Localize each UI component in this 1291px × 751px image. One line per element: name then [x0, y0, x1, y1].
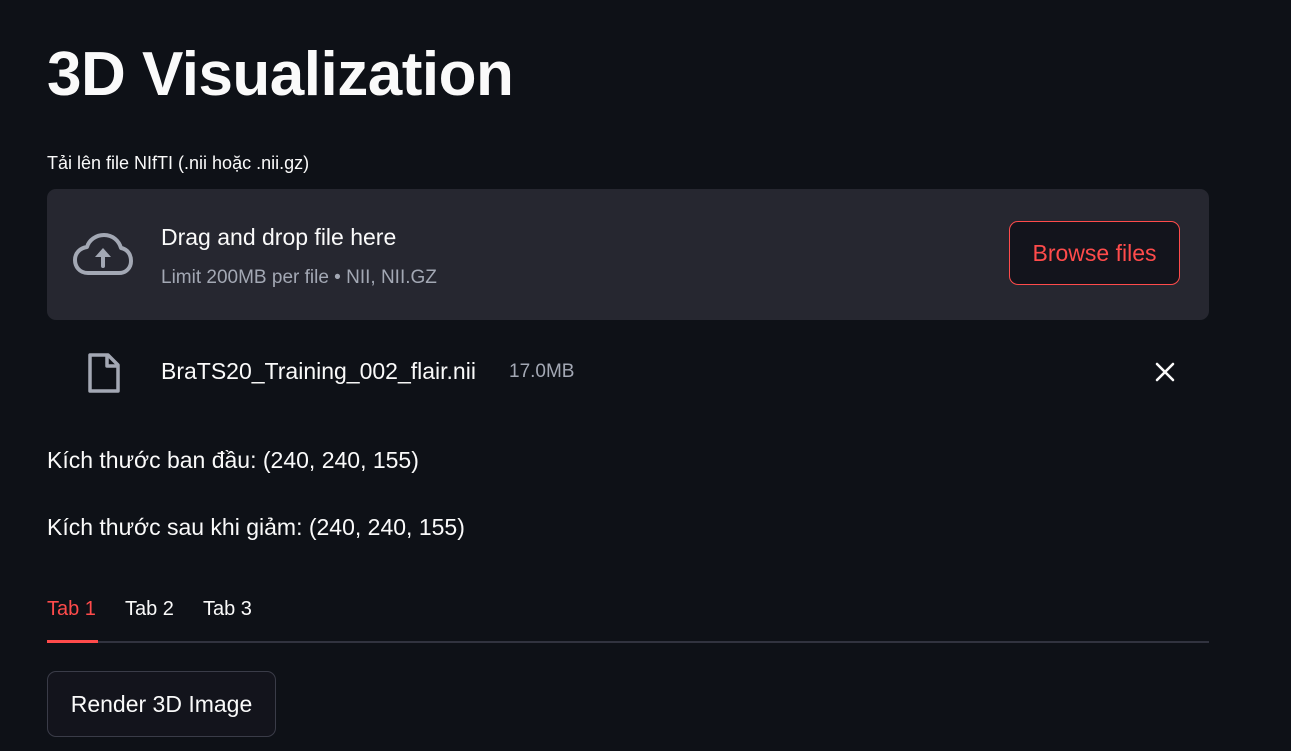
- active-tab-indicator: [47, 640, 98, 643]
- dropzone-subtitle: Limit 200MB per file • NII, NII.GZ: [161, 267, 437, 288]
- tab-1[interactable]: Tab 1: [47, 595, 96, 623]
- render-3d-image-button[interactable]: Render 3D Image: [47, 671, 276, 737]
- tab-2[interactable]: Tab 2: [125, 595, 174, 623]
- close-icon[interactable]: [1148, 355, 1182, 389]
- tab-divider: [47, 641, 1209, 643]
- file-dropzone[interactable]: Drag and drop file here Limit 200MB per …: [47, 189, 1209, 320]
- uploader-label: Tải lên file NIfTI (.nii hoặc .nii.gz): [47, 153, 310, 173]
- uploaded-file-size: 17.0MB: [509, 361, 575, 382]
- cloud-upload-icon: [73, 233, 133, 275]
- reduced-size-text: Kích thước sau khi giảm: (240, 240, 155): [47, 514, 465, 540]
- uploaded-file-row: BraTS20_Training_002_flair.nii 17.0MB: [47, 340, 1209, 404]
- main-container: 3D Visualization Tải lên file NIfTI (.ni…: [0, 0, 1291, 751]
- original-size-text: Kích thước ban đầu: (240, 240, 155): [47, 447, 419, 473]
- uploaded-file-name: BraTS20_Training_002_flair.nii: [161, 358, 476, 384]
- tab-3[interactable]: Tab 3: [203, 595, 252, 623]
- tab-bar: Tab 1 Tab 2 Tab 3: [47, 585, 1209, 645]
- dropzone-title: Drag and drop file here: [161, 224, 397, 250]
- browse-files-button[interactable]: Browse files: [1009, 221, 1180, 285]
- file-icon: [88, 353, 120, 393]
- page-title: 3D Visualization: [47, 40, 514, 109]
